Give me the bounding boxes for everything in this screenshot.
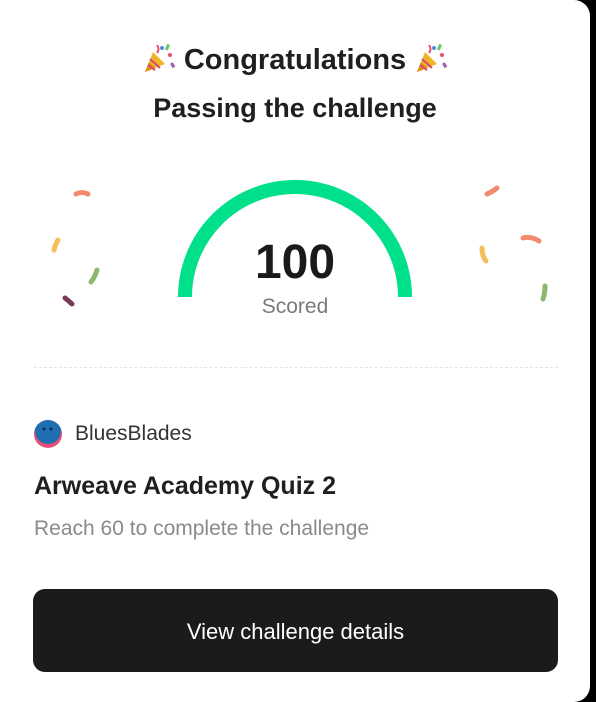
author-name: BluesBlades xyxy=(75,422,192,445)
divider xyxy=(34,367,558,368)
view-challenge-details-button[interactable]: View challenge details xyxy=(33,589,558,672)
score-value: 100 xyxy=(254,236,336,289)
challenge-description: Reach 60 to complete the challenge xyxy=(34,517,370,540)
party-popper-icon xyxy=(414,41,448,75)
score-label: Scored xyxy=(261,295,329,318)
congratulations-heading: Congratulations xyxy=(0,40,590,80)
page-subtitle: Passing the challenge xyxy=(153,93,437,123)
challenge-author: BluesBlades xyxy=(34,419,192,449)
congratulations-text: Congratulations xyxy=(183,44,407,76)
avatar xyxy=(34,420,62,448)
party-popper-icon xyxy=(142,41,176,75)
challenge-result-card: Congratulations Passing the challenge 10… xyxy=(0,0,590,702)
challenge-title: Arweave Academy Quiz 2 xyxy=(34,472,336,500)
